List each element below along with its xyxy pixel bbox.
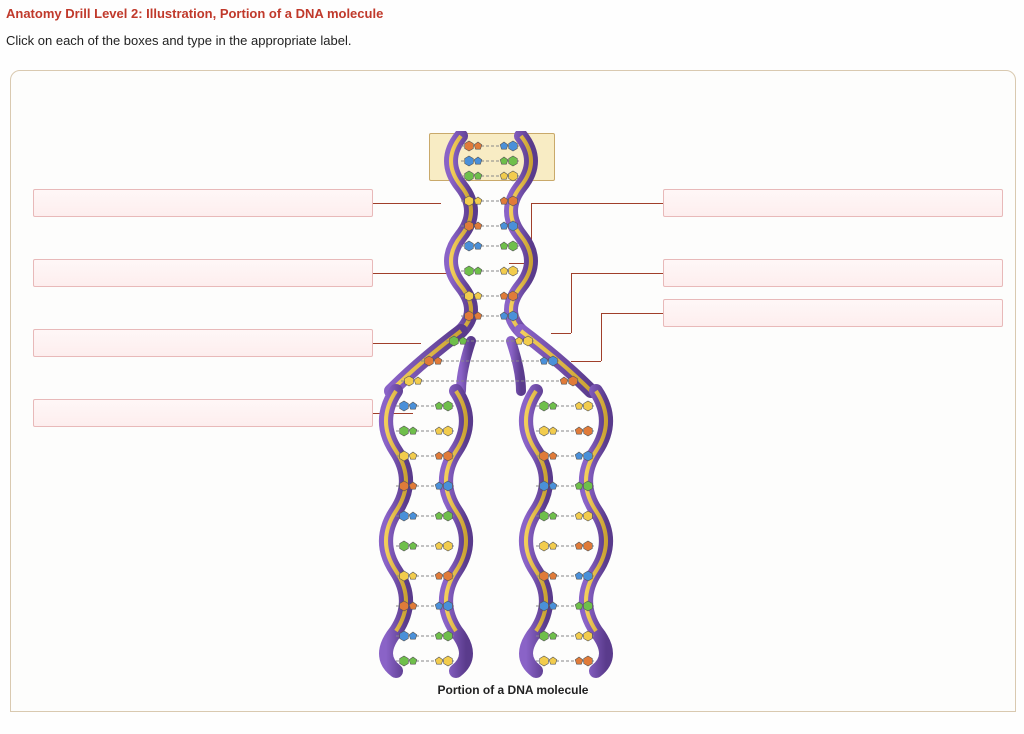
diagram-panel: Portion of a DNA molecule — [10, 70, 1016, 712]
right-daughter-helix — [526, 391, 606, 671]
dna-svg — [311, 131, 711, 681]
dna-illustration — [311, 131, 711, 681]
label-input-right-2[interactable] — [663, 259, 1003, 287]
diagram-caption: Portion of a DNA molecule — [11, 683, 1015, 697]
page-title: Anatomy Drill Level 2: Illustration, Por… — [6, 6, 1024, 21]
instruction-text: Click on each of the boxes and type in t… — [6, 33, 1024, 48]
label-input-right-3[interactable] — [663, 299, 1003, 327]
parent-helix — [451, 136, 531, 331]
label-input-right-1[interactable] — [663, 189, 1003, 217]
left-daughter-helix — [386, 391, 466, 671]
base-pair-rungs — [396, 141, 596, 666]
